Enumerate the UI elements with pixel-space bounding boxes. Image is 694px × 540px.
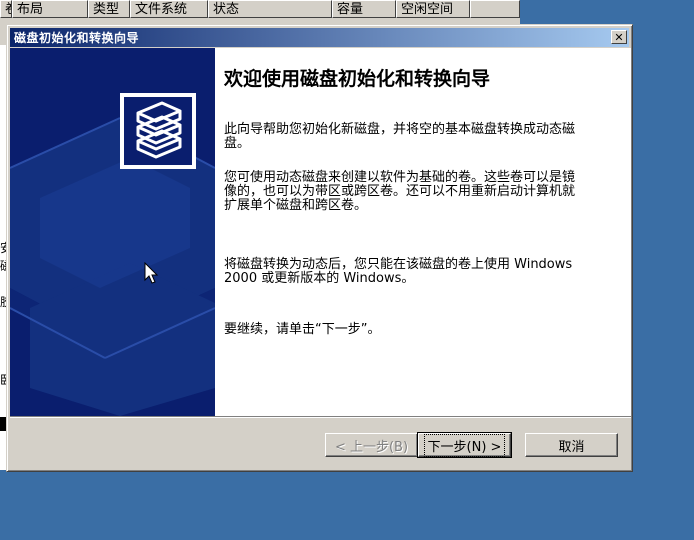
- close-button[interactable]: ✕: [611, 30, 627, 44]
- column-filesystem[interactable]: 文件系统: [130, 0, 208, 18]
- intro-paragraph: 此向导帮助您初始化新磁盘，并将空的基本磁盘转换成动态磁盘。: [224, 122, 576, 151]
- column-capacity[interactable]: 容量: [332, 0, 396, 18]
- dynamic-disk-paragraph: 您可使用动态磁盘来创建以软件为基础的卷。这些卷可以是镜像的，也可以为带区或跨区卷…: [224, 170, 576, 213]
- wizard-banner: [10, 48, 215, 416]
- wizard-heading: 欢迎使用磁盘初始化和转换向导: [224, 68, 491, 90]
- dialog-title: 磁盘初始化和转换向导: [14, 31, 140, 45]
- back-button[interactable]: < 上一步(B): [325, 433, 418, 457]
- wizard-content: 欢迎使用磁盘初始化和转换向导 此向导帮助您初始化新磁盘，并将空的基本磁盘转换成动…: [215, 48, 631, 416]
- next-button-label: 下一步(N) >: [423, 433, 506, 457]
- next-button[interactable]: 下一步(N) >: [417, 432, 512, 458]
- mouse-pointer-icon: [144, 262, 159, 284]
- dialog-titlebar[interactable]: 磁盘初始化和转换向导 ✕: [10, 28, 629, 47]
- button-separator: [10, 416, 631, 418]
- column-extra[interactable]: [470, 0, 520, 18]
- column-type[interactable]: 类型: [88, 0, 130, 18]
- column-volume[interactable]: 卷: [0, 0, 12, 18]
- column-free-space[interactable]: 空闲空间: [396, 0, 470, 18]
- close-icon: ✕: [614, 30, 624, 44]
- column-layout[interactable]: 布局: [12, 0, 88, 18]
- disk-wizard-dialog: 磁盘初始化和转换向导 ✕ 欢迎使用磁盘初始化和转换向导 此向导帮助您初始化新磁盘…: [6, 24, 633, 472]
- continue-paragraph: 要继续，请单击“下一步”。: [224, 322, 381, 337]
- column-status[interactable]: 状态: [208, 0, 332, 18]
- disk-stack-icon: [124, 97, 192, 165]
- wizard-icon-frame: [120, 93, 196, 169]
- volume-list-header: 卷 布局 类型 文件系统 状态 容量 空闲空间: [0, 0, 520, 20]
- cancel-button[interactable]: 取消: [525, 433, 618, 457]
- conversion-note-paragraph: 将磁盘转换为动态后，您只能在该磁盘的卷上使用 Windows 2000 或更新版…: [224, 257, 573, 286]
